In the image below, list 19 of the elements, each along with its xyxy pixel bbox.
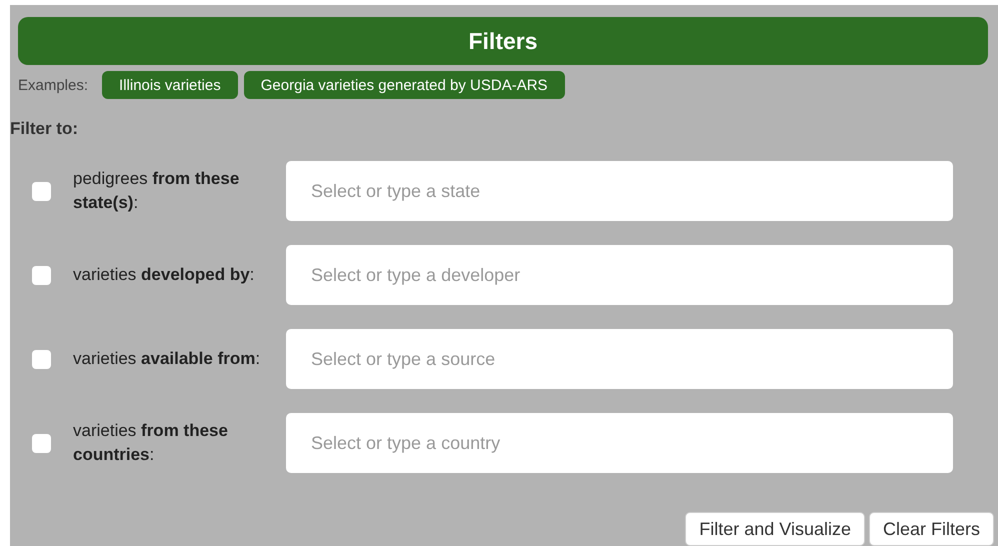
select-field[interactable]: Select or type a country [286,413,953,473]
select-field[interactable]: Select or type a source [286,329,953,389]
checkbox[interactable] [32,182,51,200]
select-field[interactable]: Select or type a developer [286,245,953,305]
filter-label: varieties available from: [73,348,262,370]
panel-title: Filters [18,17,988,65]
checkbox[interactable] [32,434,51,452]
action-button[interactable]: Filter and Visualize [685,512,865,546]
filter-label: varieties developed by: [73,264,256,286]
checkbox[interactable] [32,266,51,284]
example-button[interactable]: Illinois varieties [102,71,238,99]
select-field[interactable]: Select or type a state [286,161,953,221]
filter-label: varieties from these countries: [73,420,229,466]
filter-label: pedigrees from these state(s): [73,168,240,214]
checkbox[interactable] [32,350,51,368]
example-button[interactable]: Georgia varieties generated by USDA-ARS [244,71,565,99]
examples-label: Examples: [18,76,88,94]
filter-heading: Filter to: [10,119,79,139]
action-button[interactable]: Clear Filters [868,512,994,546]
